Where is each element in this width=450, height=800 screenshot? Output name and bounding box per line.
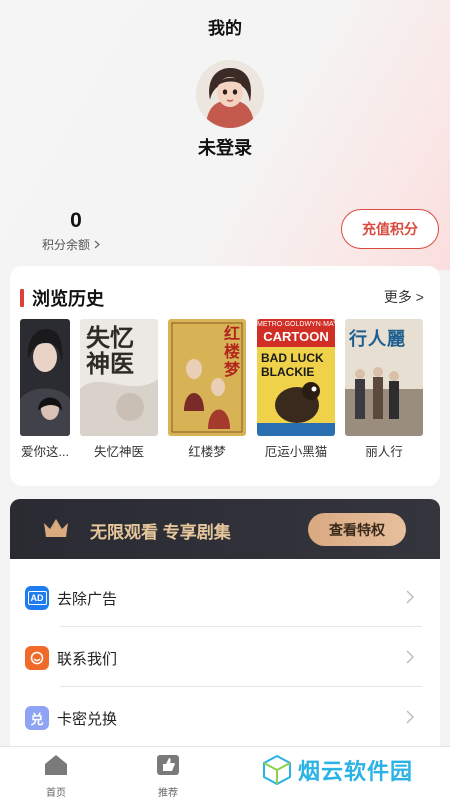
history-item[interactable]: 失忆神医 失忆神医 [80, 319, 158, 460]
poster-image: 红楼梦 [168, 319, 246, 436]
history-item-title: 丽人行 [365, 445, 403, 459]
menu-item-contact-us[interactable]: 联系我们 [10, 628, 440, 688]
poster-title-art: 行人麗 [349, 329, 406, 350]
divider [60, 686, 422, 687]
watermark: 烟云软件园 [262, 754, 413, 786]
poster-title-art-line1: BAD LUCK [261, 351, 324, 365]
poster-image: METRO·GOLDWYN·MAYER CARTOON BAD LUCK BLA… [257, 319, 335, 436]
points-value: 0 [70, 209, 82, 232]
points-label: 积分余额 [42, 238, 91, 252]
history-item[interactable]: 爱你这... [20, 319, 70, 460]
tab-recommend[interactable]: 推荐 [138, 753, 198, 799]
poster-title-art: 失忆神医 [86, 323, 134, 378]
menu-item-label: 卡密兑换 [57, 710, 118, 728]
crown-icon [44, 519, 68, 537]
history-item[interactable]: METRO·GOLDWYN·MAYER CARTOON BAD LUCK BLA… [257, 319, 335, 460]
avatar[interactable] [196, 60, 264, 128]
redeem-icon: 兑 [25, 706, 49, 730]
poster-image [20, 319, 70, 436]
history-item[interactable]: 红楼梦 红楼梦 [168, 319, 246, 460]
recharge-points-button[interactable]: 充值积分 [341, 209, 439, 249]
history-more-link[interactable]: 更多 > [384, 287, 424, 307]
history-item-title: 爱你这... [21, 445, 69, 459]
section-accent-bar [20, 289, 24, 307]
history-item-title: 厄运小黑猫 [264, 445, 328, 459]
chevron-right-icon [406, 590, 414, 604]
menu-item-redeem-code[interactable]: 兑 卡密兑换 [10, 688, 440, 748]
history-section-title: 浏览历史 [20, 285, 104, 311]
menu-item-remove-ads[interactable]: AD 去除广告 [10, 568, 440, 628]
vip-banner: 无限观看 专享剧集 查看特权 [10, 499, 440, 559]
history-item[interactable]: 行人麗 丽人行 [345, 319, 423, 460]
points-balance-link[interactable]: 积分余额 [42, 236, 101, 253]
history-title-text: 浏览历史 [32, 289, 104, 309]
vip-promo-text: 无限观看 专享剧集 [90, 523, 231, 542]
cube-logo-icon [263, 754, 291, 786]
chevron-right-icon [94, 240, 100, 249]
recommend-icon [157, 755, 179, 775]
history-list: 爱你这... 失忆神医 失忆神医 红楼梦 红楼梦 METRO·GOLDWYN·M… [10, 319, 440, 469]
chevron-right-icon [406, 710, 414, 724]
page-title: 我的 [208, 19, 242, 38]
menu-item-label: 联系我们 [57, 650, 118, 668]
view-privileges-button[interactable]: 查看特权 [308, 513, 406, 546]
tab-label: 推荐 [158, 788, 178, 799]
poster-image: 失忆神医 [80, 319, 158, 436]
menu-item-label: 去除广告 [57, 590, 118, 608]
poster-title-art-line2: BLACKIE [261, 365, 315, 379]
contact-icon [25, 646, 49, 670]
ad-icon: AD [25, 586, 49, 610]
chevron-right-icon [406, 650, 414, 664]
home-icon [45, 755, 67, 775]
poster-image: 行人麗 [345, 319, 423, 436]
menu-list: AD 去除广告 联系我们 兑 卡密兑换 [10, 559, 440, 747]
poster-title-art: 红楼梦 [223, 324, 240, 379]
watermark-text: 烟云软件园 [298, 759, 414, 784]
avatar-image [196, 60, 264, 128]
poster-studio-text: METRO·GOLDWYN·MAYER [257, 321, 335, 328]
browse-history-card: 浏览历史 更多 > 爱你这... 失忆神医 失忆神医 红楼梦 红楼梦 METRO… [10, 266, 440, 486]
username[interactable]: 未登录 [0, 134, 450, 160]
history-item-title: 失忆神医 [93, 445, 144, 459]
divider [60, 626, 422, 627]
history-item-title: 红楼梦 [188, 445, 226, 459]
tab-label: 首页 [46, 788, 66, 799]
poster-cartoon-text: CARTOON [263, 329, 329, 344]
tab-home[interactable]: 首页 [26, 753, 86, 799]
